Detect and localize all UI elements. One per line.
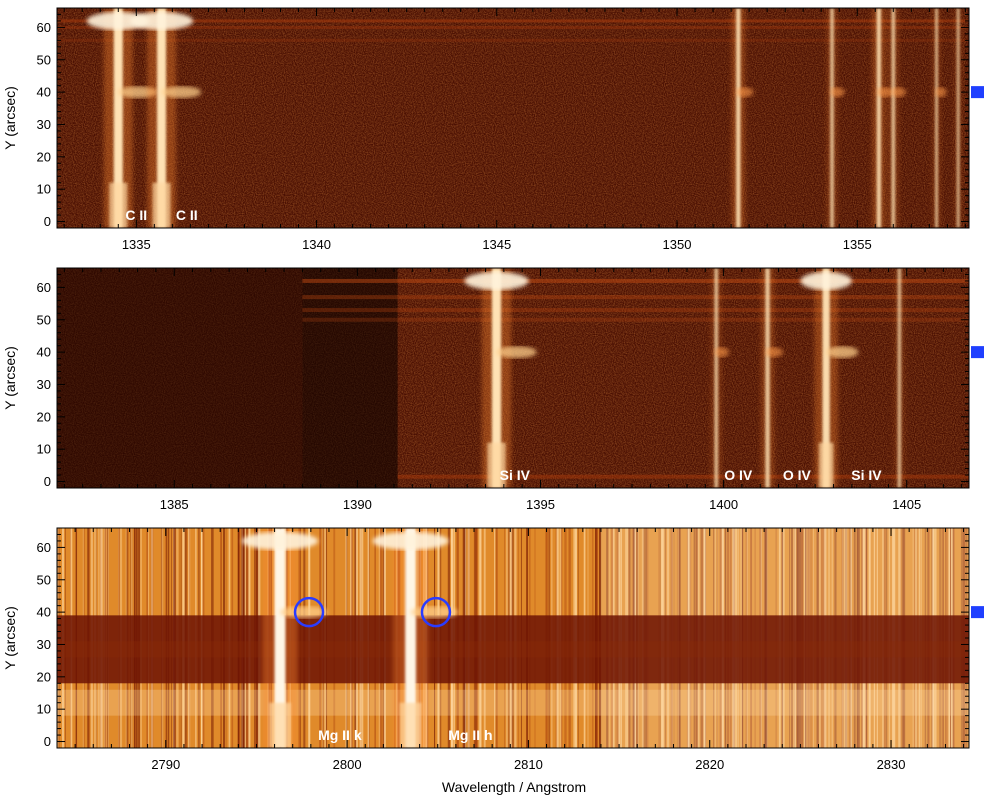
x-tick-label: 1400 bbox=[709, 497, 738, 512]
y-tick-label: 30 bbox=[37, 377, 51, 392]
line-label: O IV bbox=[783, 467, 812, 483]
line-label: Mg II k bbox=[318, 727, 362, 743]
emission-line bbox=[893, 268, 906, 488]
y-tick-label: 40 bbox=[37, 605, 51, 620]
x-tick-label: 1385 bbox=[160, 497, 189, 512]
x-tick-label: 2810 bbox=[514, 757, 543, 772]
y-tick-label: 0 bbox=[44, 734, 51, 749]
y-tick-label: 50 bbox=[37, 52, 51, 67]
y-axis-title: Y (arcsec) bbox=[2, 346, 18, 410]
y-tick-label: 10 bbox=[37, 182, 51, 197]
y-tick-label: 10 bbox=[37, 702, 51, 717]
y-tick-label: 50 bbox=[37, 312, 51, 327]
y-tick-label: 40 bbox=[37, 85, 51, 100]
y-tick-label: 60 bbox=[37, 280, 51, 295]
position-marker bbox=[971, 606, 984, 619]
spectrum-image bbox=[57, 528, 969, 748]
x-tick-label: 2800 bbox=[333, 757, 362, 772]
y-tick-label: 60 bbox=[37, 20, 51, 35]
x-tick-label: 2820 bbox=[695, 757, 724, 772]
x-tick-label: 1405 bbox=[892, 497, 921, 512]
x-tick-label: 1350 bbox=[663, 237, 692, 252]
x-tick-label: 1345 bbox=[482, 237, 511, 252]
y-tick-label: 0 bbox=[44, 474, 51, 489]
line-label: Si IV bbox=[851, 467, 882, 483]
position-marker bbox=[971, 346, 984, 359]
y-tick-label: 20 bbox=[37, 669, 51, 684]
x-axis-title: Wavelength / Angstrom bbox=[442, 779, 586, 795]
y-tick-label: 20 bbox=[37, 149, 51, 164]
position-marker bbox=[971, 86, 984, 99]
emission-line bbox=[953, 8, 963, 228]
y-tick-label: 0 bbox=[44, 214, 51, 229]
x-tick-label: 1355 bbox=[843, 237, 872, 252]
line-label: C II bbox=[176, 207, 198, 223]
panel-si-iv: Si IV O IV O IV Si IV 0 10 20 30 40 50 60 1385 1390 1… bbox=[2, 267, 984, 512]
spectra-figure: C II C II01020304050601335 1340 1345 1350 135… bbox=[2, 7, 984, 795]
y-axis-title: Y (arcsec) bbox=[2, 606, 18, 670]
line-label: O IV bbox=[724, 467, 753, 483]
line-label: Mg II h bbox=[448, 727, 492, 743]
x-tick-label: 1335 bbox=[122, 237, 151, 252]
y-tick-label: 10 bbox=[37, 442, 51, 457]
y-tick-label: 50 bbox=[37, 572, 51, 587]
x-tick-label: 1395 bbox=[526, 497, 555, 512]
x-tick-label: 2790 bbox=[151, 757, 180, 772]
y-tick-label: 30 bbox=[37, 117, 51, 132]
spectrum-image bbox=[57, 268, 969, 488]
x-tick-label: 2830 bbox=[877, 757, 906, 772]
y-tick-label: 60 bbox=[37, 540, 51, 555]
y-tick-label: 40 bbox=[37, 345, 51, 360]
x-tick-label: 1340 bbox=[302, 237, 331, 252]
line-label: Si IV bbox=[500, 467, 531, 483]
x-tick-label: 1390 bbox=[343, 497, 372, 512]
panel-mg-ii: Mg II k Mg II h 0 10 20 30 40 50 60 2790 2800 2810 2… bbox=[2, 527, 984, 772]
y-tick-label: 20 bbox=[37, 409, 51, 424]
y-tick-label: 30 bbox=[37, 637, 51, 652]
y-axis-title: Y (arcsec) bbox=[2, 86, 18, 150]
spectrum-image bbox=[57, 8, 969, 228]
panel-c-ii: C II C II01020304050601335 1340 1345 1350 135… bbox=[2, 7, 984, 252]
